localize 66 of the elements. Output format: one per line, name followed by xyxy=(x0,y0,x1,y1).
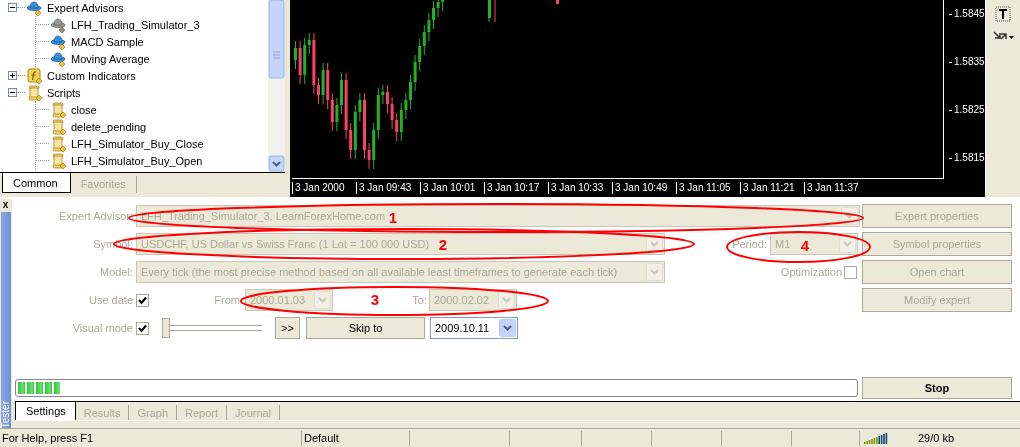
tab[interactable]: Common xyxy=(2,173,71,193)
status-text: Default xyxy=(302,430,410,446)
close-button[interactable]: x xyxy=(2,199,9,212)
slider-thumb[interactable] xyxy=(162,318,170,338)
tree-item[interactable]: close xyxy=(71,103,97,116)
tree-item[interactable]: LFH_Simulator_Buy_Open xyxy=(71,154,203,167)
hat-icon xyxy=(51,33,67,50)
time-label: 3 Jan 11:21 xyxy=(740,182,804,194)
price-label: 1.5835 xyxy=(954,55,985,69)
panel-title: Tester xyxy=(0,399,11,428)
time-label: 3 Jan 11:37 xyxy=(804,182,868,194)
hat-icon xyxy=(51,16,67,33)
time-label: 3 Jan 11:05 xyxy=(676,182,740,194)
field-label: To: xyxy=(412,294,427,306)
status-text: 29/0 kb xyxy=(918,432,955,444)
field-label: Model: xyxy=(98,266,134,278)
tree-item[interactable]: Moving Average xyxy=(71,52,150,65)
status-text: For Help, press F1 xyxy=(0,430,302,446)
tree-item[interactable]: MACD Sample xyxy=(71,35,144,48)
field-label: Use date xyxy=(87,294,134,306)
collapse-icon[interactable] xyxy=(8,88,17,97)
field-label: Expert Advisor: xyxy=(58,210,134,222)
text-tool-icon[interactable] xyxy=(995,6,1011,22)
connection-icon xyxy=(864,431,888,445)
collapse-icon[interactable] xyxy=(8,3,17,12)
tree-item[interactable]: Expert Advisors xyxy=(47,1,124,14)
field-label: Period: xyxy=(732,238,767,250)
scroll-icon xyxy=(51,118,67,135)
annotation-number: 3 xyxy=(370,291,380,307)
stop-button[interactable]: Stop xyxy=(862,377,1012,399)
scroll-icon xyxy=(51,101,67,118)
time-label: 3 Jan 09:43 xyxy=(356,182,420,194)
tree-item[interactable]: Custom Indicators xyxy=(47,69,136,82)
tree-item[interactable]: delete_pending xyxy=(71,120,147,133)
skip-to-button[interactable]: Skip to xyxy=(306,317,425,339)
field-label: From: xyxy=(214,294,243,306)
scrollbar[interactable] xyxy=(268,0,285,172)
fast-forward-button[interactable]: >> xyxy=(275,317,300,339)
time-label: 3 Jan 2000 xyxy=(292,182,356,194)
tab[interactable]: Settings xyxy=(15,402,76,421)
price-label: 1.5845 xyxy=(954,7,985,21)
time-label: 3 Jan 10:33 xyxy=(548,182,612,194)
annotation-number: 4 xyxy=(800,237,810,253)
tree-item[interactable]: LFH_Simulator_Buy_Close xyxy=(71,137,204,150)
candle xyxy=(488,0,491,23)
time-label: 3 Jan 10:49 xyxy=(612,182,676,194)
hat-icon xyxy=(51,50,67,67)
scroll-icon xyxy=(51,135,67,152)
annotation-number: 2 xyxy=(438,236,448,252)
price-label: 1.5815 xyxy=(954,151,985,165)
scroll-icon xyxy=(51,152,67,169)
field-label: Visual mode xyxy=(71,322,134,334)
tree-item[interactable]: LFH_Trading_Simulator_3 xyxy=(71,18,200,31)
candle xyxy=(556,0,559,4)
time-label: 3 Jan 10:01 xyxy=(420,182,484,194)
dropdown-field[interactable]: 2009.10.11 xyxy=(430,317,518,339)
expand-icon[interactable] xyxy=(8,71,17,80)
tree-item[interactable]: Scripts xyxy=(47,86,81,99)
price-label: 1.5825 xyxy=(954,103,985,117)
annotation-number: 1 xyxy=(388,209,398,225)
scroll-icon xyxy=(27,84,43,101)
hat-icon xyxy=(27,0,43,16)
function-icon xyxy=(27,67,43,84)
time-label: 3 Jan 10:17 xyxy=(484,182,548,194)
field-label: Optimization xyxy=(780,266,842,278)
chevron-down-icon[interactable] xyxy=(499,319,516,337)
